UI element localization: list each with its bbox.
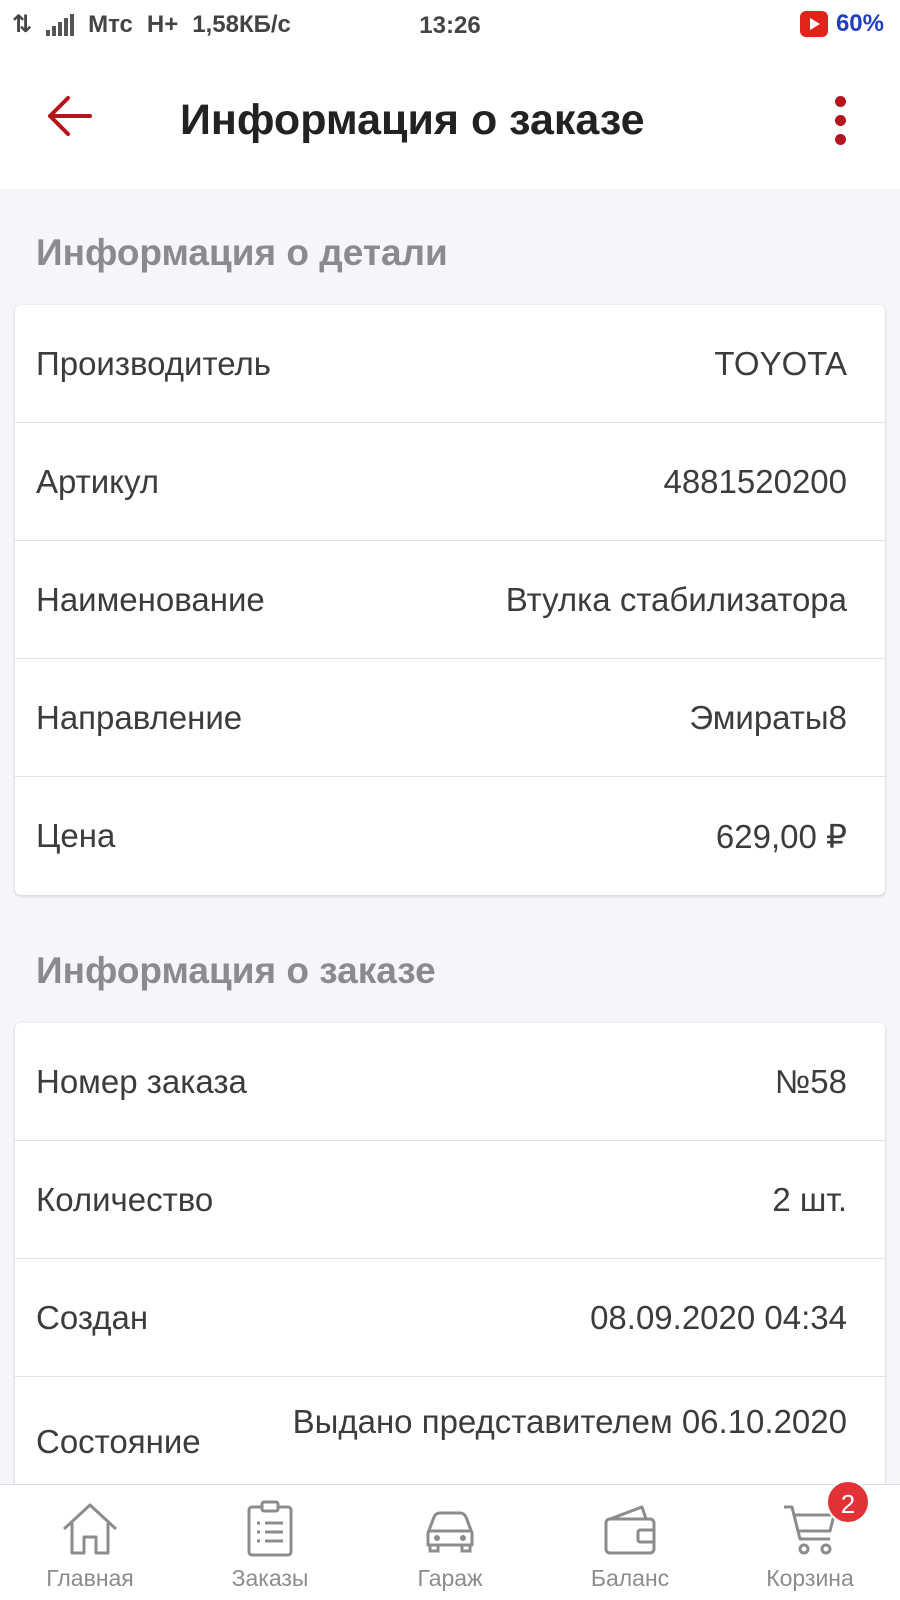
cart-badge: 2 [826,1480,870,1524]
nav-item-orders[interactable]: Заказы [180,1485,360,1600]
row-label: Наименование [36,580,265,618]
row-value: Эмираты8 [689,698,847,736]
info-row-direction: Направление Эмираты8 [15,659,885,777]
part-info-card: Производитель TOYOTA Артикул 4881520200 … [15,305,885,895]
nav-label: Баланс [590,1565,670,1591]
info-row-article: Артикул 4881520200 [15,423,885,541]
page-title: Информация о заказе [180,96,645,144]
info-row-quantity: Количество 2 шт. [15,1141,885,1259]
order-info-card: Номер заказа №58 Количество 2 шт. Создан… [15,1023,885,1484]
arrow-left-icon [48,96,92,136]
order-section-title: Информация о заказе [36,950,436,991]
info-row-created: Создан 08.09.2020 04:34 [15,1259,885,1377]
nav-item-home[interactable]: Главная [0,1485,180,1600]
row-value: 08.09.2020 04:34 [590,1298,847,1336]
row-label: Артикул [36,462,160,500]
status-right: 60% [799,10,884,38]
more-menu-button[interactable] [830,96,850,145]
row-value: TOYOTA [714,344,847,382]
youtube-icon [799,11,828,37]
row-label: Направление [36,698,243,736]
row-label: Цена [36,817,116,854]
status-time: 13:26 [419,12,481,39]
row-value: 629,00 ₽ [715,817,847,855]
app-header: Информация о заказе [0,52,900,189]
row-label: Состояние [36,1423,201,1460]
car-icon [426,1511,474,1553]
battery-level: 60% [835,10,884,37]
status-bar: ⇅ Мтс H+ 1,58КБ/с 13:26 60% [0,0,900,52]
row-value: Выдано представителем 06.10.2020 [292,1403,847,1440]
info-row-status: Состояние Выдано представителем 06.10.20… [15,1377,885,1484]
info-row-manufacturer: Производитель TOYOTA [15,305,885,423]
wallet-icon [604,1505,656,1555]
row-value: Втулка стабилизатора [505,580,847,618]
clipboard-list-icon [247,1500,293,1557]
row-label: Создан [36,1298,149,1336]
nav-label: Заказы [231,1565,309,1591]
row-label: Номер заказа [36,1062,247,1100]
home-icon [62,1503,118,1555]
bottom-navigation: Главная Заказы Гараж Баланс Корзина [0,1484,900,1600]
nav-item-balance[interactable]: Баланс [540,1485,720,1600]
nav-label: Главная [46,1565,134,1591]
part-section-title: Информация о детали [36,232,448,273]
nav-label: Гараж [417,1565,483,1591]
more-vertical-icon [830,96,850,145]
nav-label: Корзина [766,1565,854,1591]
nav-item-garage[interactable]: Гараж [360,1485,540,1600]
row-value: 4881520200 [663,462,847,500]
row-value: №58 [774,1062,847,1100]
back-button[interactable] [46,92,94,140]
info-row-name: Наименование Втулка стабилизатора [15,541,885,659]
row-label: Количество [36,1180,214,1218]
row-label: Производитель [36,344,271,382]
nav-item-cart[interactable]: Корзина [720,1485,900,1600]
row-value: 2 шт. [772,1180,847,1218]
info-row-order-number: Номер заказа №58 [15,1023,885,1141]
info-row-price: Цена 629,00 ₽ [15,777,885,895]
